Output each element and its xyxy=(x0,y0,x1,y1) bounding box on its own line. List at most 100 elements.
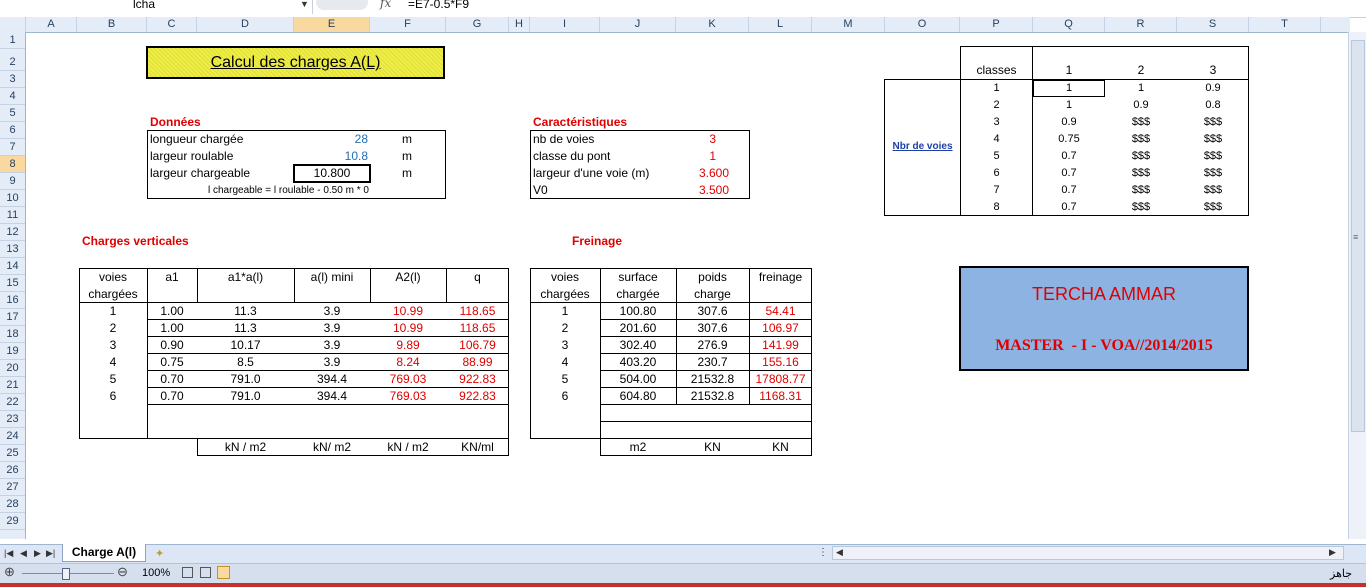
row-header[interactable]: 10 xyxy=(0,190,25,207)
charges-cell[interactable]: 6 xyxy=(79,389,147,404)
column-header[interactable]: D xyxy=(197,17,294,32)
column-header[interactable]: R xyxy=(1105,17,1177,32)
charges-cell[interactable]: 3.9 xyxy=(294,304,370,319)
charges-header[interactable]: chargées xyxy=(79,287,147,302)
freinage-unit[interactable]: m2 xyxy=(600,440,676,455)
column-header[interactable]: J xyxy=(600,17,676,32)
classes-cell[interactable]: $$$ xyxy=(1105,183,1177,198)
classes-header-label[interactable]: classes xyxy=(961,63,1032,78)
carac-label[interactable]: classe du pont xyxy=(533,149,610,164)
charges-cell[interactable]: 922.83 xyxy=(446,372,509,387)
row-header[interactable]: 17 xyxy=(0,309,25,326)
classes-cell[interactable]: $$$ xyxy=(1105,132,1177,147)
charges-cell[interactable]: 8.5 xyxy=(197,355,294,370)
classes-cell[interactable]: 0.9 xyxy=(1033,115,1105,130)
freinage-unit[interactable]: KN xyxy=(676,440,749,455)
insert-sheet-icon[interactable]: ✦ xyxy=(155,547,164,560)
column-header[interactable]: Q xyxy=(1033,17,1105,32)
charges-header[interactable]: q xyxy=(446,270,509,285)
row-header[interactable]: 12 xyxy=(0,224,25,241)
classes-cell[interactable]: 0.9 xyxy=(1177,81,1249,96)
normal-view-icon[interactable] xyxy=(217,566,230,579)
page-break-view-icon[interactable] xyxy=(182,567,193,578)
charges-cell[interactable]: 0.70 xyxy=(147,372,197,387)
charges-cell[interactable]: 2 xyxy=(79,321,147,336)
row-header[interactable]: 15 xyxy=(0,275,25,292)
classes-cell[interactable]: 1 xyxy=(1033,81,1105,96)
charges-cell[interactable]: 4 xyxy=(79,355,147,370)
classes-cell[interactable]: 0.7 xyxy=(1033,200,1105,215)
scroll-right-icon[interactable]: ▶ xyxy=(1329,547,1336,558)
zoom-slider-thumb[interactable] xyxy=(62,568,70,580)
donnees-unit[interactable]: m xyxy=(402,149,412,164)
row-header[interactable]: 4 xyxy=(0,88,25,105)
row-header[interactable]: 1 xyxy=(0,32,25,49)
row-header[interactable]: 18 xyxy=(0,326,25,343)
column-header[interactable]: C xyxy=(147,17,197,32)
zoom-in-icon[interactable]: ⊕ xyxy=(4,564,15,580)
formula-bar-buttons[interactable] xyxy=(316,0,368,10)
charges-cell[interactable]: 8.24 xyxy=(370,355,446,370)
first-sheet-icon[interactable]: |◀ xyxy=(4,548,13,559)
freinage-cell[interactable]: 4 xyxy=(530,355,600,370)
column-header[interactable]: T xyxy=(1249,17,1321,32)
charges-cell[interactable]: 394.4 xyxy=(294,372,370,387)
column-header[interactable]: P xyxy=(960,17,1033,32)
freinage-cell[interactable]: 2 xyxy=(530,321,600,336)
freinage-header[interactable]: charge xyxy=(676,287,749,302)
donnees-unit[interactable]: m xyxy=(402,132,412,147)
row-header[interactable]: 27 xyxy=(0,479,25,496)
next-sheet-icon[interactable]: ▶ xyxy=(34,548,41,559)
donnees-value[interactable]: 10.8 xyxy=(300,149,368,164)
charges-cell[interactable]: 0.70 xyxy=(147,389,197,404)
charges-unit[interactable]: kN / m2 xyxy=(370,440,446,455)
select-all-corner[interactable] xyxy=(0,17,26,32)
last-sheet-icon[interactable]: ▶| xyxy=(46,548,55,559)
carac-label[interactable]: largeur d'une voie (m) xyxy=(533,166,649,181)
column-header[interactable]: I xyxy=(530,17,600,32)
freinage-cell[interactable]: 155.16 xyxy=(749,355,812,370)
charges-unit[interactable]: kN/ m2 xyxy=(294,440,370,455)
page-layout-view-icon[interactable] xyxy=(200,567,211,578)
column-header[interactable]: M xyxy=(812,17,885,32)
insert-function-icon[interactable]: fx xyxy=(380,0,391,10)
column-header[interactable]: S xyxy=(1177,17,1249,32)
page-title[interactable]: Calcul des charges A(L) xyxy=(146,46,445,79)
tab-charge-al[interactable]: Charge A(l) xyxy=(62,544,146,562)
freinage-header[interactable]: poids xyxy=(676,270,749,285)
freinage-cell[interactable]: 21532.8 xyxy=(676,389,749,404)
column-header[interactable]: O xyxy=(885,17,960,32)
classes-cell[interactable]: 1 xyxy=(1033,98,1105,113)
classes-row-n[interactable]: 2 xyxy=(961,98,1032,113)
donnees-value[interactable]: 10.800 xyxy=(293,166,371,181)
carac-value[interactable]: 3.600 xyxy=(680,166,729,181)
donnees-unit[interactable]: m xyxy=(402,166,412,181)
charges-header[interactable]: a1 xyxy=(147,270,197,285)
author-box[interactable]: TERCHA AMMAR MASTER - I - VOA//2014/2015 xyxy=(959,266,1249,371)
classes-cell[interactable]: $$$ xyxy=(1177,115,1249,130)
row-header[interactable]: 24 xyxy=(0,428,25,445)
freinage-cell[interactable]: 307.6 xyxy=(676,304,749,319)
classes-row-n[interactable]: 3 xyxy=(961,115,1032,130)
row-header[interactable]: 25 xyxy=(0,445,25,462)
charges-cell[interactable]: 10.99 xyxy=(370,321,446,336)
class-header[interactable]: 3 xyxy=(1177,63,1249,78)
freinage-cell[interactable]: 5 xyxy=(530,372,600,387)
classes-row-n[interactable]: 8 xyxy=(961,200,1032,215)
classes-row-n[interactable]: 6 xyxy=(961,166,1032,181)
column-header[interactable]: L xyxy=(749,17,812,32)
classes-cell[interactable]: $$$ xyxy=(1177,183,1249,198)
classes-cell[interactable]: $$$ xyxy=(1105,166,1177,181)
column-header[interactable]: H xyxy=(509,17,530,32)
charges-cell[interactable]: 3.9 xyxy=(294,321,370,336)
row-header[interactable]: 21 xyxy=(0,377,25,394)
freinage-cell[interactable]: 276.9 xyxy=(676,338,749,353)
prev-sheet-icon[interactable]: ◀ xyxy=(20,548,27,559)
scroll-left-icon[interactable]: ◀ xyxy=(836,547,843,558)
classes-cell[interactable]: $$$ xyxy=(1177,166,1249,181)
freinage-cell[interactable]: 141.99 xyxy=(749,338,812,353)
freinage-cell[interactable]: 307.6 xyxy=(676,321,749,336)
classes-row-n[interactable]: 4 xyxy=(961,132,1032,147)
classes-row-n[interactable]: 1 xyxy=(961,81,1032,96)
donnees-label[interactable]: largeur chargeable xyxy=(150,166,250,181)
